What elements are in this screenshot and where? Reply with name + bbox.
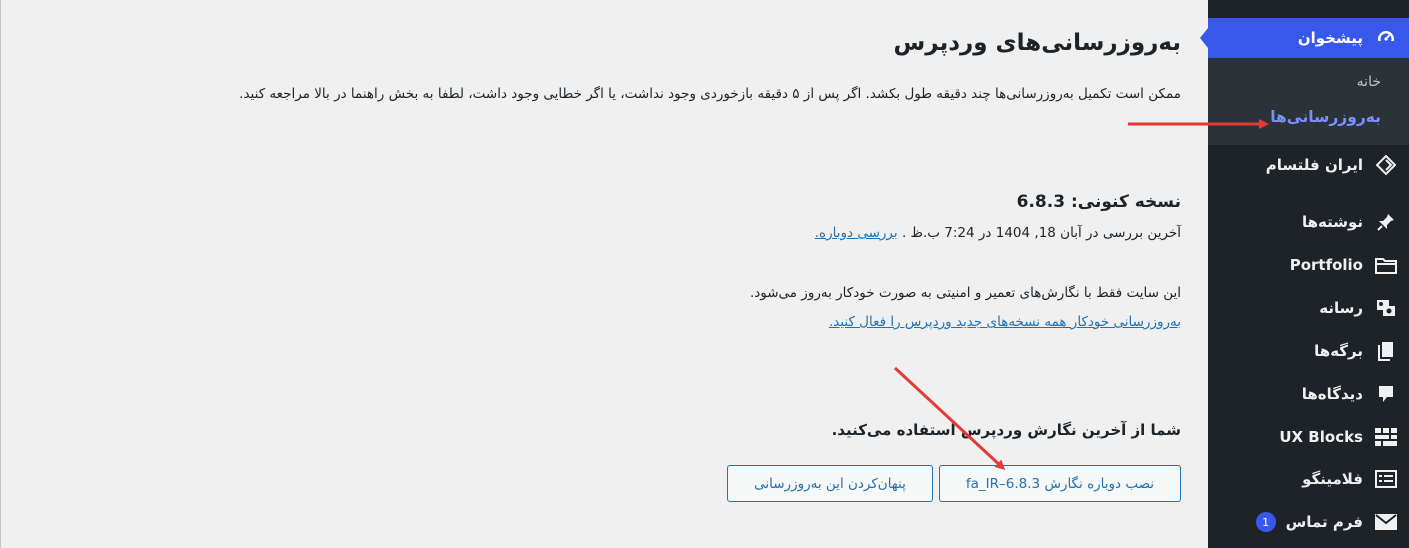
last-check-label: آخرین بررسی در آبان 18, 1404 در 7:24 ب.ظ… (901, 225, 1181, 241)
sidebar-item-label: پیشخوان (1297, 29, 1363, 47)
list-icon (1375, 468, 1397, 490)
sidebar-item-comments[interactable]: دیدگاه‌ها (1208, 376, 1409, 412)
admin-sidebar: پیشخوان خانه به‌روزرسانی‌ها ایران فلتسام… (1200, 0, 1409, 548)
sidebar-item-contact-form[interactable]: فرم تماس 1 (1208, 504, 1409, 540)
comment-icon (1375, 383, 1397, 405)
main-content: به‌روزرسانی‌های وردپرس ممکن است تکمیل به… (0, 0, 1208, 548)
reinstall-button[interactable]: نصب دوباره نگارش fa_IR–6.8.3 (939, 465, 1181, 502)
sidebar-item-label: فرم تماس (1285, 513, 1363, 531)
sidebar-item-media[interactable]: رسانه (1208, 290, 1409, 326)
latest-version-message: شما از آخرین نگارش وردپرس استفاده می‌کنی… (831, 421, 1181, 439)
sidebar-item-label: دیدگاه‌ها (1301, 385, 1363, 403)
diamond-icon (1375, 154, 1397, 176)
dashboard-submenu: خانه به‌روزرسانی‌ها (1208, 58, 1409, 145)
sidebar-item-ux-blocks[interactable]: UX Blocks (1208, 419, 1409, 455)
sidebar-item-pages[interactable]: برگه‌ها (1208, 333, 1409, 369)
page-title: به‌روزرسانی‌های وردپرس (893, 30, 1181, 56)
pages-icon (1375, 340, 1397, 362)
sidebar-item-flamingo[interactable]: فلامینگو (1208, 461, 1409, 497)
notification-badge: 1 (1255, 512, 1276, 532)
sidebar-item-label: رسانه (1319, 299, 1363, 317)
check-again-link[interactable]: بررسی دوباره. (815, 225, 898, 241)
current-version-title: نسخه کنونی: 6.8.3 (1016, 192, 1181, 212)
intro-text: ممکن است تکمیل به‌روزرسانی‌ها چند دقیقه … (239, 86, 1181, 102)
last-check-text: آخرین بررسی در آبان 18, 1404 در 7:24 ب.ظ… (815, 225, 1181, 241)
dashboard-icon (1375, 27, 1397, 49)
sidebar-item-label: ایران فلتسام (1265, 156, 1363, 174)
sidebar-item-label: Portfolio (1289, 256, 1363, 274)
folder-icon (1375, 254, 1397, 276)
submenu-item-home[interactable]: خانه (1357, 74, 1381, 90)
sidebar-item-dashboard[interactable]: پیشخوان (1208, 18, 1409, 58)
active-indicator (1200, 28, 1208, 48)
sidebar-item-portfolio[interactable]: Portfolio (1208, 247, 1409, 283)
sidebar-item-posts[interactable]: نوشته‌ها (1208, 204, 1409, 240)
sidebar-item-label: UX Blocks (1279, 428, 1363, 446)
sidebar-item-label: فلامینگو (1302, 470, 1363, 488)
sidebar-item-label: برگه‌ها (1314, 342, 1363, 360)
sidebar-item-iran-feltsam[interactable]: ایران فلتسام (1208, 147, 1409, 183)
enable-auto-updates-link[interactable]: به‌روزرسانی خودکار همه نسخه‌های جدید ورد… (829, 314, 1181, 330)
pin-icon (1375, 211, 1397, 233)
hide-update-button[interactable]: پنهان‌کردن این به‌روزرسانی (727, 465, 933, 502)
blocks-icon (1375, 426, 1397, 448)
submenu-item-updates[interactable]: به‌روزرسانی‌ها (1270, 108, 1381, 126)
sidebar-item-label: نوشته‌ها (1301, 213, 1363, 231)
auto-update-info: این سایت فقط با نگارش‌های تعمیر و امنیتی… (749, 285, 1181, 301)
media-icon (1375, 297, 1397, 319)
mail-icon (1375, 511, 1397, 533)
